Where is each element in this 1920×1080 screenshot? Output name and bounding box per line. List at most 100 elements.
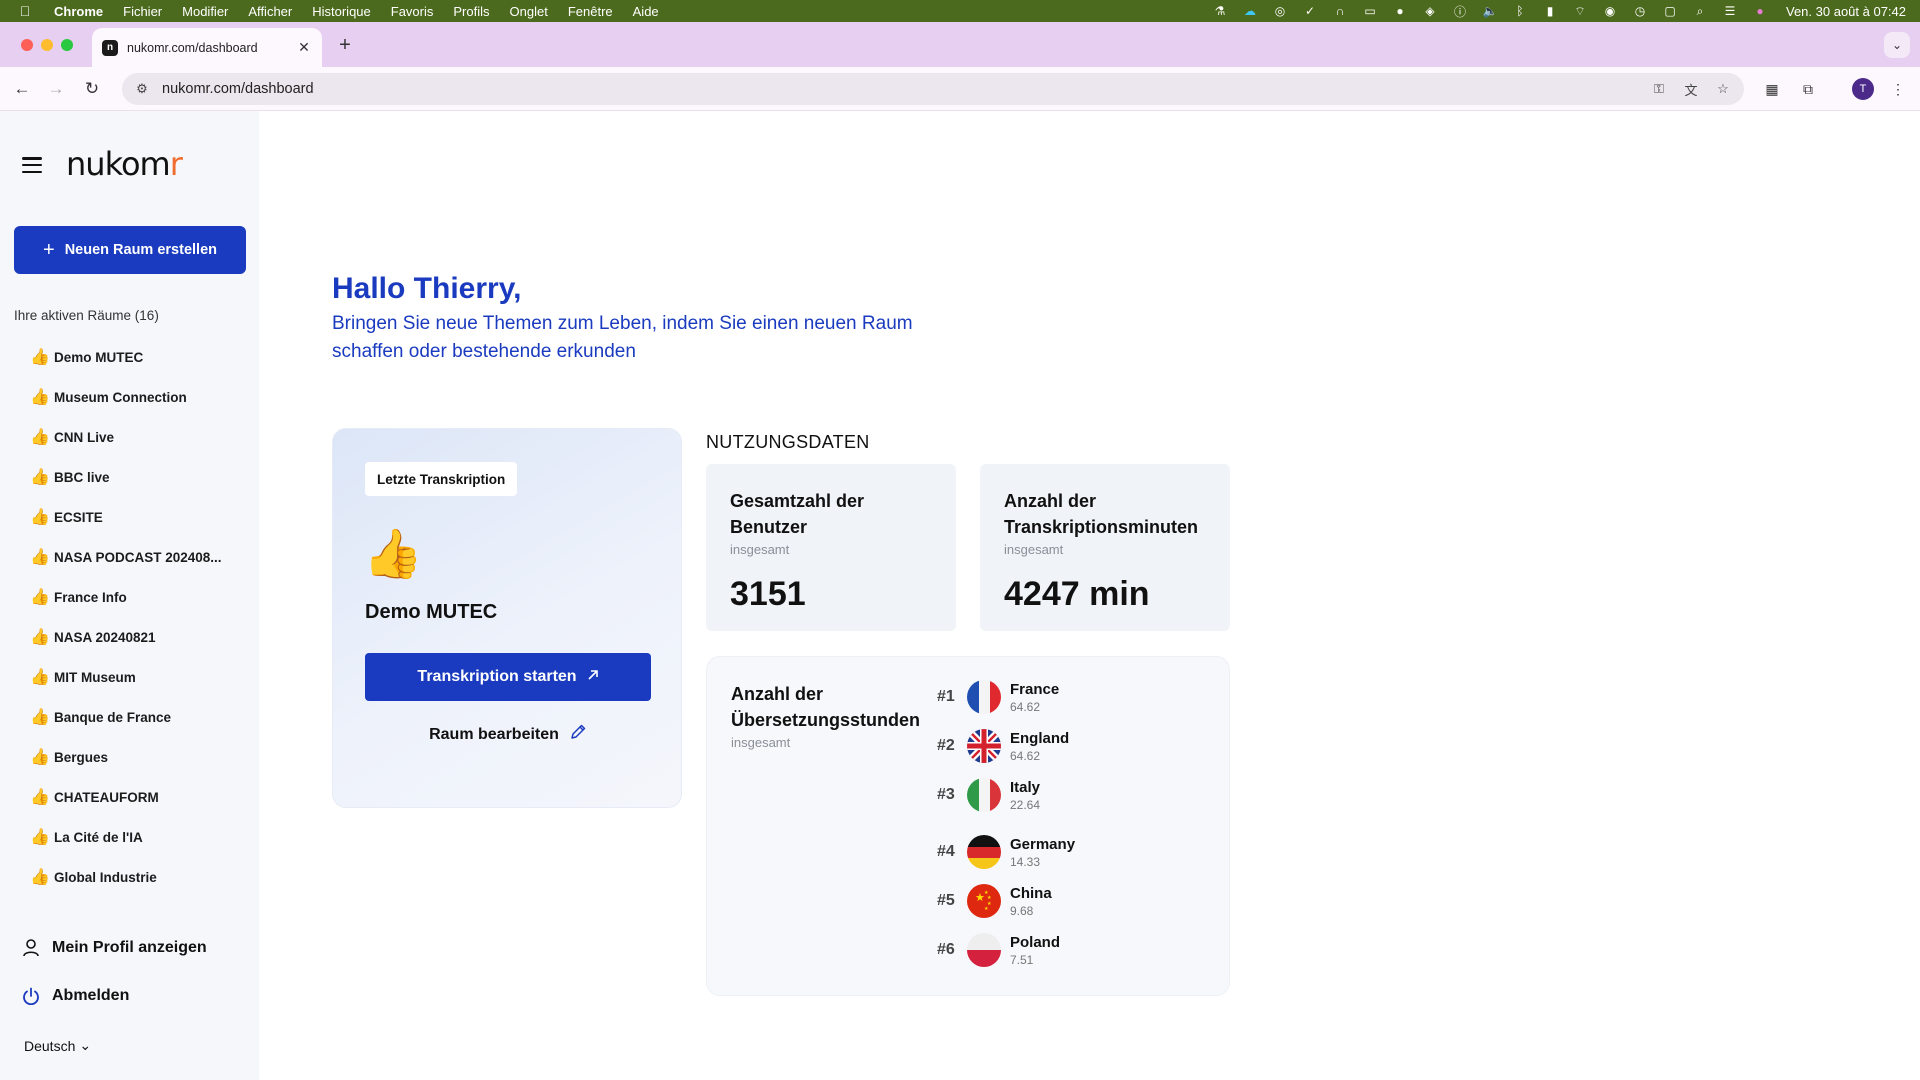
view-profile-link[interactable]: Mein Profil anzeigen [22,939,207,957]
translation-hours-label: Anzahl der Übersetzungsstunden [731,684,921,730]
battery-icon[interactable]: ▮ [1542,4,1558,18]
forward-arrow-icon[interactable]: → [44,77,68,101]
room-item-nasa-20240821[interactable]: 👍 NASA 20240821 [30,617,240,657]
puzzle-extensions-icon[interactable]: ⧉ [1796,77,1820,101]
wifi-icon[interactable]: ⌔ [1572,4,1588,18]
start-transcription-button[interactable]: Transkription starten [365,653,651,701]
menu-onglet[interactable]: Onglet [510,4,548,19]
country-hours: 64.62 [1010,699,1041,714]
room-item-mit-museum[interactable]: 👍 MIT Museum [30,657,240,697]
room-item-nasa-podcast[interactable]: 👍 NASA PODCAST 202408... [30,537,240,577]
room-item-france-info[interactable]: 👍 France Info [30,577,240,617]
translation-hours-sub: insgesamt [731,735,791,750]
rank-number: #6 [937,941,955,958]
ranking-row-6: #6 Poland 7.51 [937,930,1060,970]
user-icon[interactable]: ◉ [1602,4,1618,18]
menu-app-chrome[interactable]: Chrome [54,4,103,19]
room-item-global-industrie[interactable]: 👍 Global Industrie [30,857,240,897]
volume-icon[interactable]: 🔈 [1482,4,1498,18]
menu-modifier[interactable]: Modifier [182,4,228,19]
record-icon[interactable]: ● [1392,4,1408,18]
chrome-menu-icon[interactable]: ⋮ [1886,77,1910,101]
pencil-icon [569,723,587,746]
address-url[interactable]: nukomr.com/dashboard [162,81,314,97]
room-item-demo-mutec[interactable]: 👍 Demo MUTEC [30,337,240,377]
room-list: 👍 Demo MUTEC 👍 Museum Connection 👍 CNN Live… [30,337,240,937]
browser-tab-active[interactable]: n nukomr.com/dashboard ✕ [92,28,322,67]
menu-afficher[interactable]: Afficher [248,4,292,19]
rank-number: #2 [937,737,955,754]
tab-close-icon[interactable]: ✕ [296,39,312,56]
cloud-icon[interactable]: ☁ [1242,4,1258,18]
room-item-cnn-live[interactable]: 👍 CNN Live [30,417,240,457]
menu-historique[interactable]: Historique [312,4,371,19]
ranking-row-2: #2 England 64.62 [937,726,1069,766]
menu-fenetre[interactable]: Fenêtre [568,4,613,19]
screen-icon[interactable]: ▢ [1662,4,1678,18]
extension-icon[interactable]: ▦ [1760,77,1784,101]
room-name: Demo MUTEC [54,349,144,365]
logout-link[interactable]: Abmelden [22,987,129,1005]
menu-profils[interactable]: Profils [453,4,489,19]
menu-favoris[interactable]: Favoris [391,4,434,19]
menubar-tray: ⚗ ☁ ◎ ✓ ∩ ▭ ● ◈ ⓘ 🔈 ᛒ ▮ ⌔ ◉ ◷ ▢ ⌕ ☰ ● Ve… [1212,0,1906,22]
country-hours: 14.33 [1010,854,1041,869]
display-icon[interactable]: ▭ [1362,4,1378,18]
control-center-icon[interactable]: ☰ [1722,4,1738,18]
app-sidebar: nukomr + Neuen Raum erstellen Ihre aktiv… [0,111,259,1080]
language-select[interactable]: Deutsch ⌄ [24,1037,91,1054]
flask-icon[interactable]: ⚗ [1212,4,1228,18]
room-item-bbc-live[interactable]: 👍 BBC live [30,457,240,497]
layers-icon[interactable]: ◈ [1422,4,1438,18]
back-arrow-icon[interactable]: ← [10,77,34,101]
room-name: BBC live [54,469,110,485]
window-zoom-button[interactable] [61,39,73,51]
room-item-bergues[interactable]: 👍 Bergues [30,737,240,777]
new-room-label: Neuen Raum erstellen [64,242,217,258]
thumbs-up-icon: 👍 [30,349,50,366]
nukomr-logo[interactable]: nukomr [66,145,183,183]
info-icon[interactable]: ⓘ [1452,4,1468,19]
window-minimize-button[interactable] [41,39,53,51]
room-item-ecsite[interactable]: 👍 ECSITE [30,497,240,537]
translate-icon[interactable]: 文 [1682,80,1700,98]
country-hours: 9.68 [1010,903,1034,918]
siri-icon[interactable]: ● [1752,4,1768,18]
headphones-icon[interactable]: ∩ [1332,4,1348,18]
poland-flag-icon [967,933,1001,967]
apple-icon[interactable]:  [14,3,36,19]
window-close-button[interactable] [21,39,33,51]
key-icon[interactable]: ⚿ [1650,80,1668,98]
thumbs-up-icon: 👍 [30,749,50,766]
profile-avatar[interactable]: T [1852,78,1874,100]
check-circle-icon[interactable]: ✓ [1302,4,1318,18]
menu-aide[interactable]: Aide [633,4,659,19]
room-name: La Cité de l'IA [54,829,143,845]
transcription-minutes-sub: insgesamt [1004,542,1064,557]
site-info-icon[interactable]: ⚙ [134,81,150,97]
language-value: Deutsch [24,1037,76,1054]
tab-search-button[interactable]: ⌄ [1884,32,1910,58]
country-hours: 64.62 [1010,748,1041,763]
clock-icon[interactable]: ◷ [1632,4,1648,18]
new-room-button[interactable]: + Neuen Raum erstellen [14,226,246,274]
bluetooth-icon[interactable]: ᛒ [1512,4,1528,18]
search-icon[interactable]: ⌕ [1692,4,1708,18]
menubar-clock[interactable]: Ven. 30 août à 07:42 [1786,4,1906,19]
room-item-cite-de-lia[interactable]: 👍 La Cité de l'IA [30,817,240,857]
room-item-museum-connection[interactable]: 👍 Museum Connection [30,377,240,417]
room-item-banque-de-france[interactable]: 👍 Banque de France [30,697,240,737]
new-tab-button[interactable]: + [334,34,356,56]
edit-room-link[interactable]: Raum bearbeiten [365,723,651,746]
thumbs-up-icon: 👍 [363,528,423,581]
bookmark-star-icon[interactable]: ☆ [1714,80,1732,98]
address-bar[interactable]: ⚙ nukomr.com/dashboard ⚿ 文 ☆ [122,73,1744,105]
thumbs-up-icon: 👍 [30,829,50,846]
hamburger-menu-icon[interactable] [22,157,42,173]
thumbs-up-icon: 👍 [30,389,50,406]
room-item-chateauform[interactable]: 👍 CHATEAUFORM [30,777,240,817]
menu-fichier[interactable]: Fichier [123,4,162,19]
tab-title: nukomr.com/dashboard [127,40,258,55]
sync-icon[interactable]: ◎ [1272,4,1288,18]
reload-icon[interactable]: ↻ [80,77,104,101]
